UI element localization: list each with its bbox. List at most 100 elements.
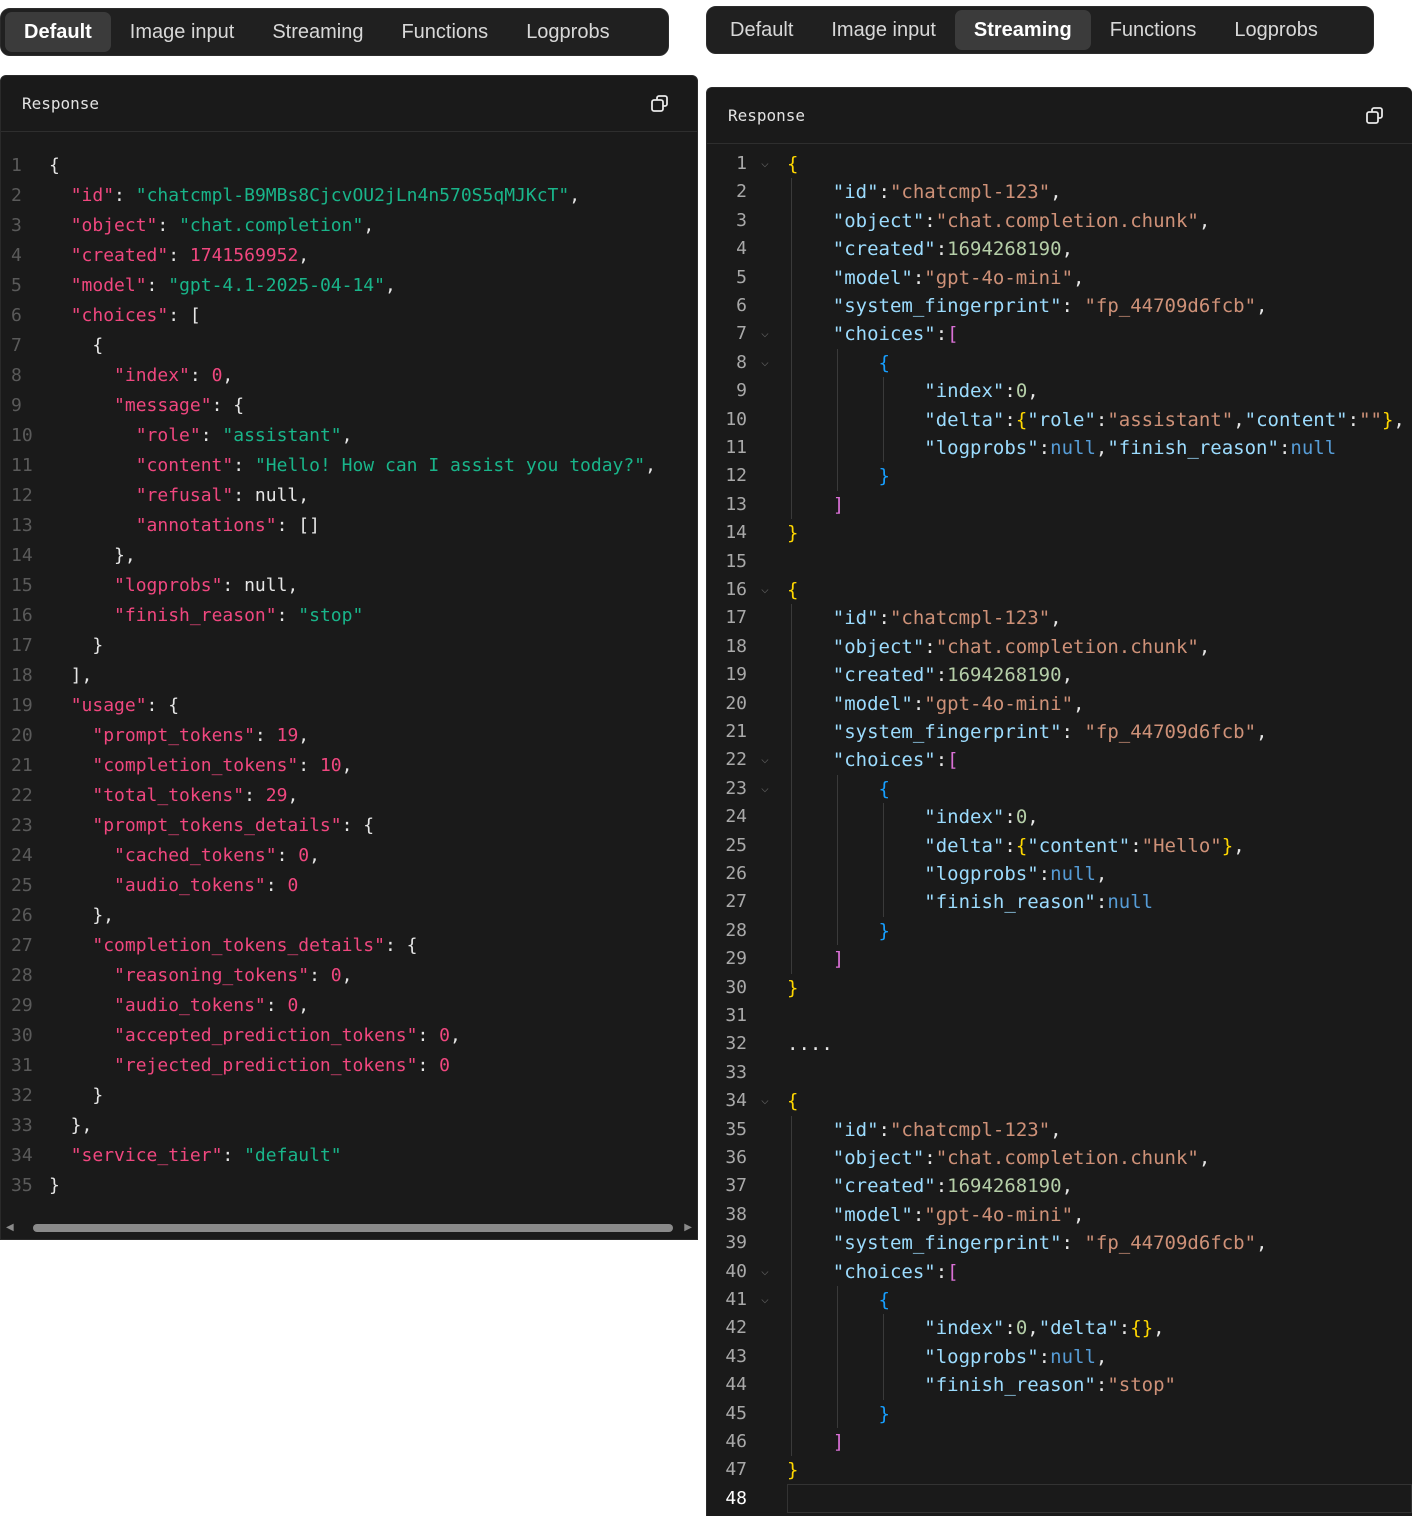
copy-icon[interactable] [647, 91, 673, 117]
line-number: 39 [725, 1232, 747, 1254]
code-text: "completion_tokens": 10, [92, 755, 353, 776]
code-line: 3 "object": "chat.completion", [1, 211, 697, 241]
line-number: 38 [725, 1203, 747, 1225]
tab-image-input[interactable]: Image input [812, 10, 955, 50]
line-number: 33 [11, 1115, 33, 1136]
line-number: 3 [11, 215, 22, 236]
scrollbar-thumb[interactable] [33, 1224, 673, 1232]
code-line: 1{ [1, 151, 697, 181]
line-number: 23 [725, 777, 747, 799]
code-line: 34 ⌵ { [707, 1087, 1412, 1115]
code-line: 31 [707, 1002, 1412, 1030]
fold-chevron-icon[interactable]: ⌵ [761, 576, 769, 604]
code-line: 22 "total_tokens": 29, [1, 781, 697, 811]
code-text: } [787, 522, 799, 545]
code-text: "choices":[ [832, 749, 959, 772]
code-line: 10 "role": "assistant", [1, 421, 697, 451]
line-number: 31 [11, 1055, 33, 1076]
line-number: 25 [725, 834, 747, 856]
line-number: 45 [725, 1402, 747, 1424]
code-line: 7 ⌵ "choices":[ [707, 320, 1412, 348]
fold-chevron-icon[interactable]: ⌵ [761, 1286, 769, 1314]
tab-default[interactable]: Default [711, 10, 812, 50]
code-text: } [878, 1402, 890, 1425]
scroll-left-icon[interactable]: ◀ [6, 1222, 14, 1233]
line-number: 7 [736, 323, 747, 345]
scroll-right-icon[interactable]: ▶ [684, 1222, 692, 1233]
code-line: 28 "reasoning_tokens": 0, [1, 961, 697, 991]
code-line: 29 ] [707, 945, 1412, 973]
panel-header: Response [1, 76, 697, 132]
code-text: ], [49, 665, 93, 686]
tab-streaming[interactable]: Streaming [253, 12, 382, 52]
line-number: 6 [11, 305, 22, 326]
code-text: "completion_tokens_details": { [92, 935, 418, 956]
code-text: } [878, 465, 890, 488]
code-text: "system_fingerprint": "fp_44709d6fcb", [832, 1232, 1268, 1255]
line-number: 11 [11, 455, 33, 476]
line-number: 3 [736, 209, 747, 231]
code-line: 13 "annotations": [] [1, 511, 697, 541]
code-line: 33 }, [1, 1111, 697, 1141]
line-number: 8 [736, 351, 747, 373]
code-text: { [787, 579, 799, 601]
code-text: "audio_tokens": 0, [114, 995, 310, 1016]
line-number: 27 [11, 935, 33, 956]
code-text: "index":0, [924, 380, 1039, 403]
line-number: 15 [11, 575, 33, 596]
code-line: 24 "index":0, [707, 803, 1412, 831]
horizontal-scrollbar[interactable]: ◀ ▶ [1, 1217, 697, 1239]
line-number: 43 [725, 1345, 747, 1367]
fold-chevron-icon[interactable]: ⌵ [761, 1258, 769, 1286]
code-line: 17 } [1, 631, 697, 661]
code-text: "id":"chatcmpl-123", [832, 181, 1062, 204]
code-text: "object": "chat.completion", [70, 215, 375, 236]
fold-chevron-icon[interactable]: ⌵ [761, 1087, 769, 1115]
tab-image-input[interactable]: Image input [111, 12, 254, 52]
fold-chevron-icon[interactable]: ⌵ [761, 746, 769, 774]
code-line: 18 ], [1, 661, 697, 691]
fold-chevron-icon[interactable]: ⌵ [761, 150, 769, 178]
code-text: "role": "assistant", [135, 425, 353, 446]
code-text: { [878, 1289, 890, 1311]
line-number: 14 [11, 545, 33, 566]
line-number: 14 [725, 522, 747, 544]
indent-guide [837, 1286, 838, 1428]
code-line: 17 "id":"chatcmpl-123", [707, 604, 1412, 632]
code-text: "choices":[ [832, 1260, 959, 1283]
code-text: "index":0,"delta":{}, [924, 1317, 1165, 1340]
code-line: 34 "service_tier": "default" [1, 1141, 697, 1171]
code-line: 47} [707, 1456, 1412, 1484]
code-text: { [787, 1090, 799, 1113]
line-number: 28 [11, 965, 33, 986]
code-line: 22 ⌵ "choices":[ [707, 746, 1412, 774]
line-number: 19 [725, 664, 747, 686]
tab-streaming[interactable]: Streaming [954, 10, 1091, 50]
code-text: { [49, 155, 60, 176]
tab-default[interactable]: Default [5, 12, 111, 52]
tab-logprobs[interactable]: Logprobs [1215, 10, 1336, 50]
code-line: 35 "id":"chatcmpl-123", [707, 1116, 1412, 1144]
code-text: "index": 0, [114, 365, 234, 386]
copy-icon[interactable] [1362, 103, 1388, 129]
tab-logprobs[interactable]: Logprobs [507, 12, 628, 52]
code-line: 4 "created":1694268190, [707, 235, 1412, 263]
code-line: 8 "index": 0, [1, 361, 697, 391]
code-text: }, [49, 545, 136, 566]
code-text: } [878, 919, 890, 942]
code-line: 32 } [1, 1081, 697, 1111]
panel-title: Response [22, 94, 100, 113]
code-line: 38 "model":"gpt-4o-mini", [707, 1201, 1412, 1229]
tab-functions[interactable]: Functions [382, 12, 507, 52]
code-line: 19 "created":1694268190, [707, 661, 1412, 689]
fold-chevron-icon[interactable]: ⌵ [761, 320, 769, 348]
fold-chevron-icon[interactable]: ⌵ [761, 349, 769, 377]
code-line: 32.... [707, 1030, 1412, 1058]
code-line: 23 "prompt_tokens_details": { [1, 811, 697, 841]
code-text: "logprobs":null, [924, 863, 1108, 885]
fold-chevron-icon[interactable]: ⌵ [761, 775, 769, 803]
code-line: 12 "refusal": null, [1, 481, 697, 511]
response-panel-right: Response 1 ⌵{2 "id":"chatcmpl-123", 3 "obj… [706, 87, 1412, 1516]
line-number: 18 [725, 635, 747, 657]
tab-functions[interactable]: Functions [1091, 10, 1216, 50]
